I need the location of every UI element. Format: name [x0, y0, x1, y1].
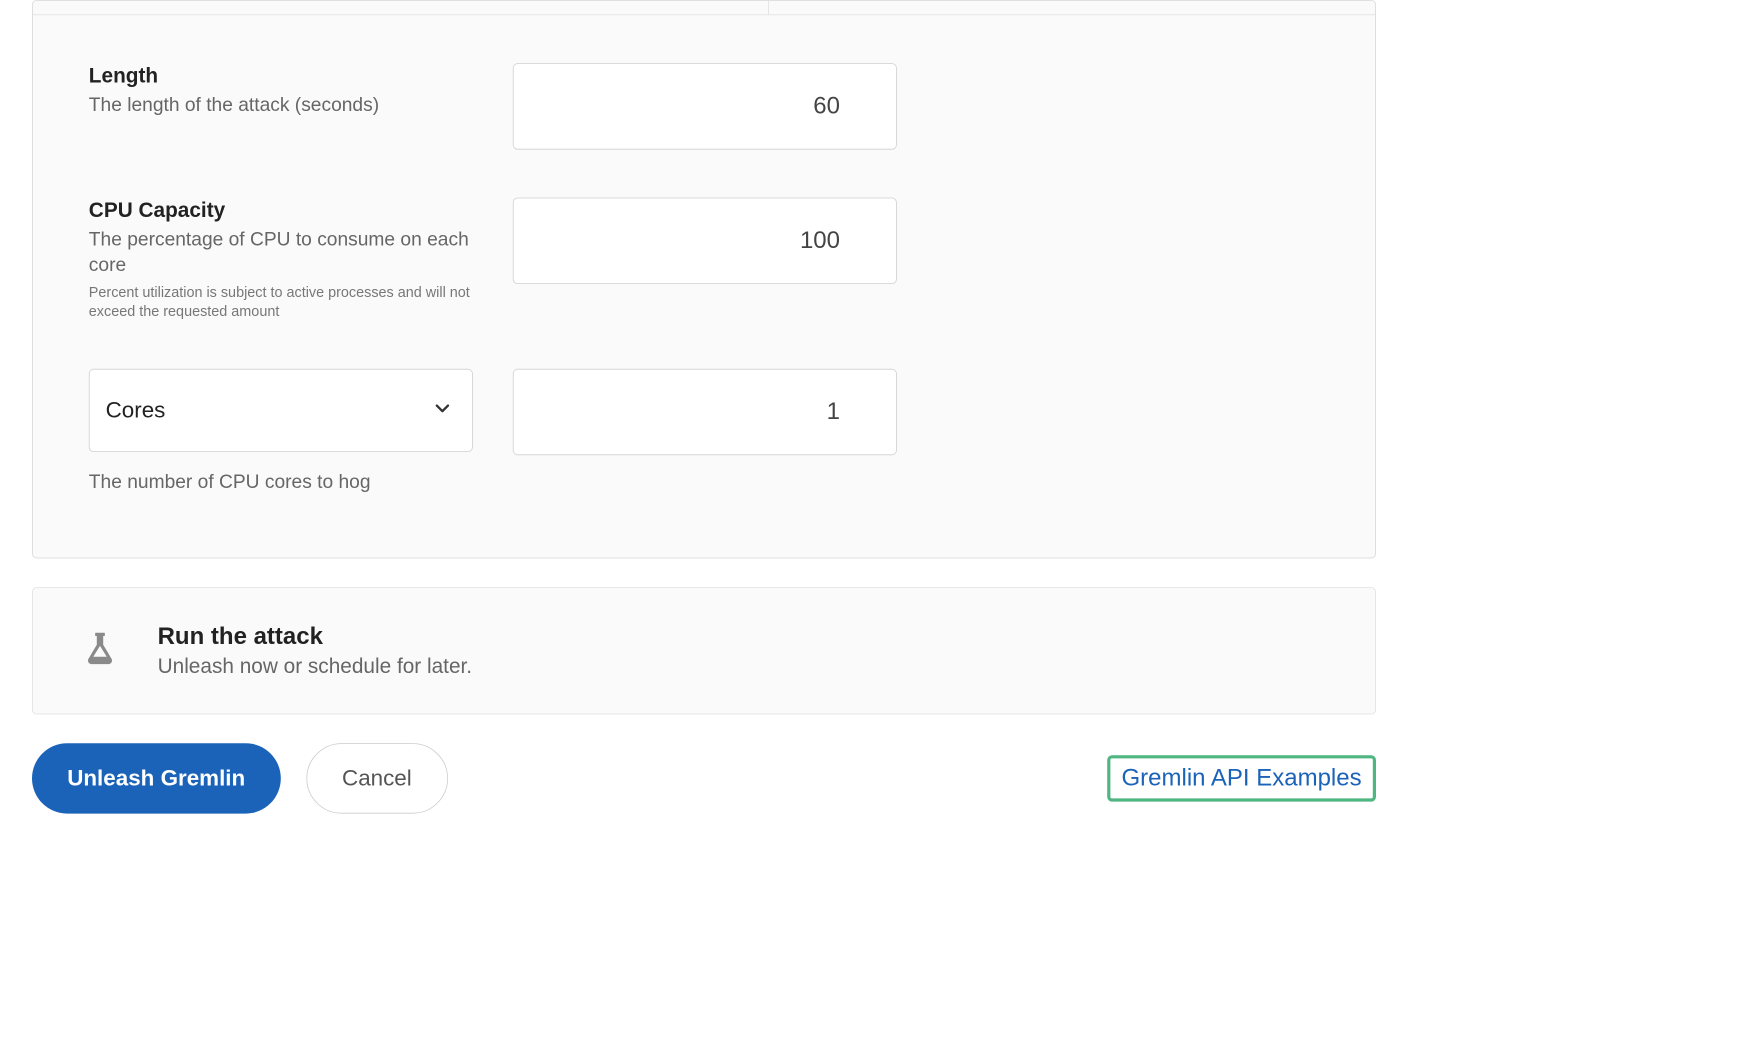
cores-select-wrap: Cores [89, 369, 473, 452]
unleash-gremlin-button[interactable]: Unleash Gremlin [32, 744, 280, 814]
length-title: Length [89, 63, 481, 88]
run-title: Run the attack [158, 624, 473, 651]
cpu-capacity-input[interactable] [513, 198, 897, 284]
length-input[interactable] [513, 63, 897, 149]
length-row: Length The length of the attack (seconds… [89, 63, 1319, 149]
api-examples-highlight: Gremlin API Examples [1107, 756, 1376, 802]
cores-value-input[interactable] [513, 369, 897, 455]
run-attack-card: Run the attack Unleash now or schedule f… [32, 588, 1376, 715]
flask-icon [81, 630, 119, 672]
cpu-desc: The percentage of CPU to consume on each… [89, 227, 481, 279]
attack-config-card: Length The length of the attack (seconds… [32, 0, 1376, 559]
cores-desc: The number of CPU cores to hog [89, 472, 473, 494]
cores-select[interactable]: Cores [89, 369, 473, 452]
length-desc: The length of the attack (seconds) [89, 93, 481, 119]
gremlin-api-examples-link[interactable]: Gremlin API Examples [1122, 765, 1362, 791]
run-desc: Unleash now or schedule for later. [158, 654, 473, 679]
cpu-capacity-row: CPU Capacity The percentage of CPU to co… [89, 198, 1319, 322]
cancel-button[interactable]: Cancel [306, 744, 448, 814]
cpu-title: CPU Capacity [89, 198, 481, 223]
footer-actions: Unleash Gremlin Cancel Gremlin API Examp… [0, 744, 1408, 814]
card-body: Length The length of the attack (seconds… [33, 15, 1375, 558]
cores-select-label: Cores [106, 398, 166, 424]
card-header-split [33, 1, 1375, 15]
cores-row: Cores The number of CPU cores to hog [89, 369, 1319, 494]
cpu-note: Percent utilization is subject to active… [89, 282, 481, 321]
